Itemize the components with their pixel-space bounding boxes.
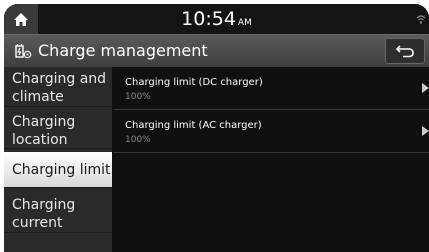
chevron-right-icon (422, 126, 429, 136)
sidebar-item-charging-current[interactable]: Charging current (4, 191, 112, 233)
status-bar: 10:54 AM (4, 4, 429, 34)
sidebar-item-charging-location[interactable]: Charging location (4, 108, 112, 149)
list-item-value: 100% (125, 92, 151, 102)
clock-time: 10:54 (181, 8, 236, 30)
sidebar-item-label: Charging (12, 114, 76, 130)
sidebar-item-label: Charging (12, 197, 76, 213)
list-item-title: Charging limit (AC charger) (125, 120, 262, 131)
sidebar: Charging and climate Charging location C… (4, 67, 113, 252)
back-arrow-icon (395, 45, 414, 58)
title-bar: Charge management (4, 34, 429, 68)
sidebar-item-label: Charging and (12, 71, 107, 87)
head-unit-screen: 10:54 AM Charge management Charging and c… (4, 4, 429, 252)
back-button[interactable] (385, 38, 425, 64)
list-item-title: Charging limit (DC charger) (125, 77, 263, 88)
sidebar-item-label: location (12, 132, 68, 148)
list-item-value: 100% (125, 135, 151, 145)
ev-charge-icon (15, 44, 32, 59)
sidebar-item-charging-and-climate[interactable]: Charging and climate (4, 67, 112, 107)
clock: 10:54 AM (4, 8, 429, 34)
settings-list: Charging limit (DC charger) 100% Chargin… (113, 67, 429, 252)
sidebar-item-label: climate (12, 89, 64, 105)
list-item-ac-charger-limit[interactable]: Charging limit (AC charger) 100% (113, 112, 429, 153)
signal-icon (416, 15, 426, 24)
sidebar-item-charging-limit[interactable]: Charging limit (4, 152, 112, 188)
sidebar-item-label: current (12, 215, 63, 231)
page-title: Charge management (38, 41, 208, 60)
list-item-dc-charger-limit[interactable]: Charging limit (DC charger) 100% (113, 69, 429, 110)
chevron-right-icon (422, 83, 429, 93)
clock-ampm: AM (237, 18, 252, 28)
sidebar-item-label: Charging limit (12, 162, 111, 178)
